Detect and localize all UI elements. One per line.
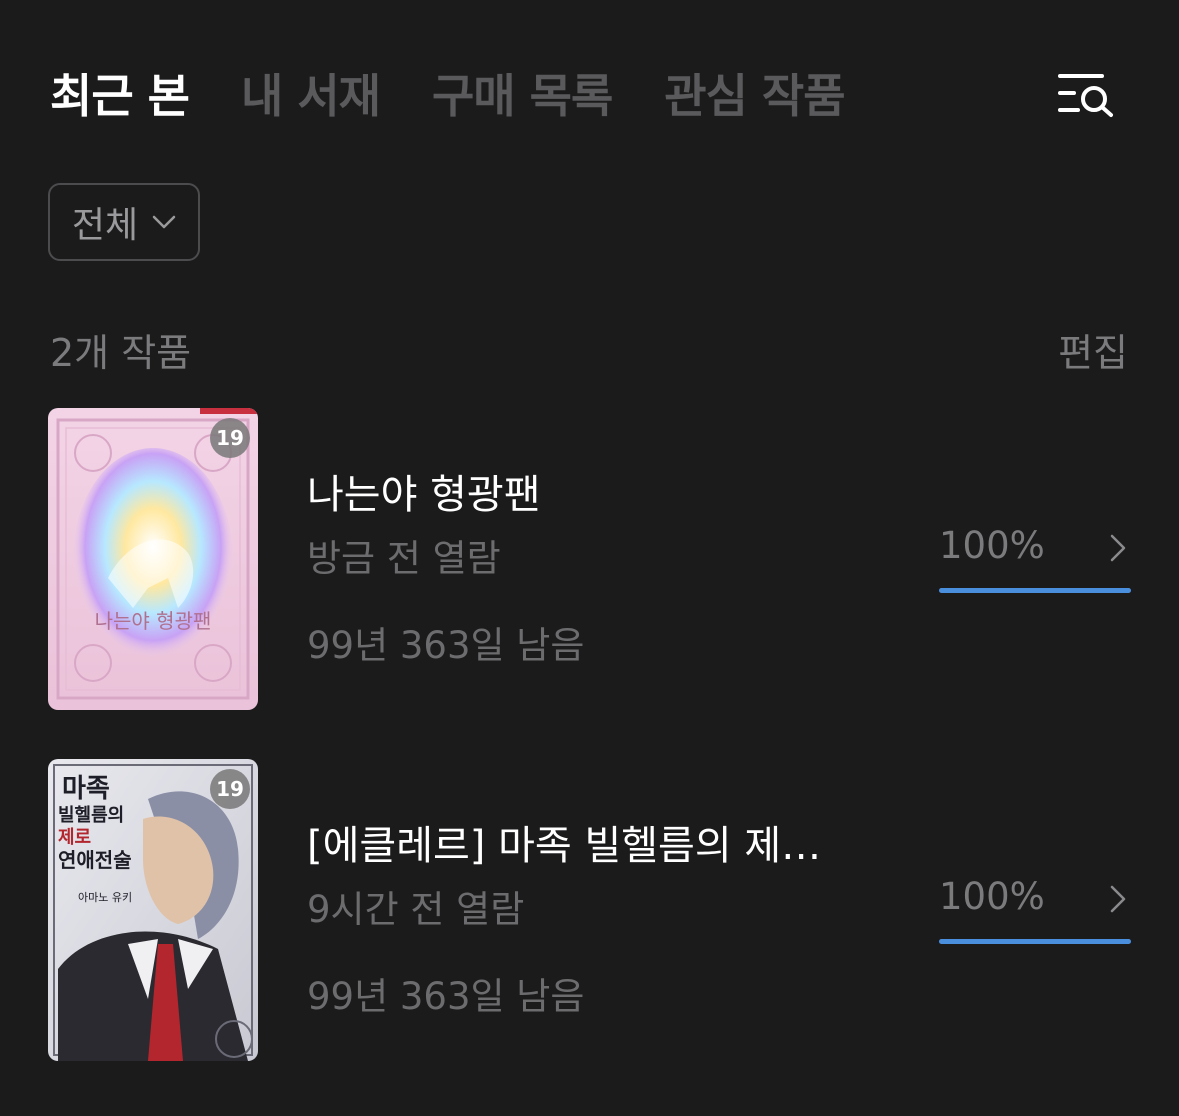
book-cover: 마족 빌헬름의 제로 연애전술 아마노 유키 19 xyxy=(48,759,258,1061)
svg-text:마족: 마족 xyxy=(62,774,110,804)
remaining-period: 99년 363일 남음 xyxy=(307,624,585,667)
opened-time: 방금 전 열람 xyxy=(307,537,501,580)
chevron-down-icon xyxy=(152,215,176,229)
work-count: 2개 작품 xyxy=(50,331,192,375)
book-title: [에클레르] 마족 빌헬름의 제… xyxy=(307,823,822,869)
progress-bar-fill xyxy=(939,588,1131,593)
age-rating-badge: 19 xyxy=(210,769,250,809)
search-list-icon xyxy=(1058,74,1113,117)
tab-recent[interactable]: 최근 본 xyxy=(50,60,190,126)
filter-dropdown[interactable]: 전체 xyxy=(48,183,200,261)
chevron-right-icon[interactable] xyxy=(1108,533,1128,563)
remaining-period: 99년 363일 남음 xyxy=(307,975,585,1018)
search-button[interactable] xyxy=(1050,58,1122,130)
svg-text:연애전술: 연애전술 xyxy=(58,848,132,872)
progress-bar-fill xyxy=(939,939,1131,944)
opened-time: 9시간 전 열람 xyxy=(307,888,525,931)
svg-text:제로: 제로 xyxy=(58,827,91,848)
book-cover: 나는야 형광팬 19 xyxy=(48,408,258,710)
tab-purchases[interactable]: 구매 목록 xyxy=(432,60,613,126)
list-item[interactable]: 마족 빌헬름의 제로 연애전술 아마노 유키 19 [에클레르] 마족 빌헬름의… xyxy=(48,759,1131,1061)
tab-bar: 최근 본 내 서재 구매 목록 관심 작품 xyxy=(50,58,897,128)
age-rating-badge: 19 xyxy=(210,418,250,458)
progress-bar xyxy=(939,939,1131,944)
tab-favorites[interactable]: 관심 작품 xyxy=(664,60,845,126)
progress-percent: 100% xyxy=(939,875,1045,918)
progress-bar xyxy=(939,588,1131,593)
book-title: 나는야 형광팬 xyxy=(307,472,541,518)
edit-button[interactable]: 편집 xyxy=(1058,322,1128,377)
filter-label: 전체 xyxy=(71,205,139,246)
svg-text:빌헬름의: 빌헬름의 xyxy=(58,805,124,826)
tab-my-library[interactable]: 내 서재 xyxy=(241,60,381,126)
chevron-right-icon[interactable] xyxy=(1108,884,1128,914)
cover-author: 아마노 유키 xyxy=(78,891,132,904)
cover-title: 나는야 형광팬 xyxy=(95,609,212,633)
progress-percent: 100% xyxy=(939,524,1045,567)
list-item[interactable]: 나는야 형광팬 19 나는야 형광팬 방금 전 열람 99년 363일 남음 1… xyxy=(48,408,1131,710)
